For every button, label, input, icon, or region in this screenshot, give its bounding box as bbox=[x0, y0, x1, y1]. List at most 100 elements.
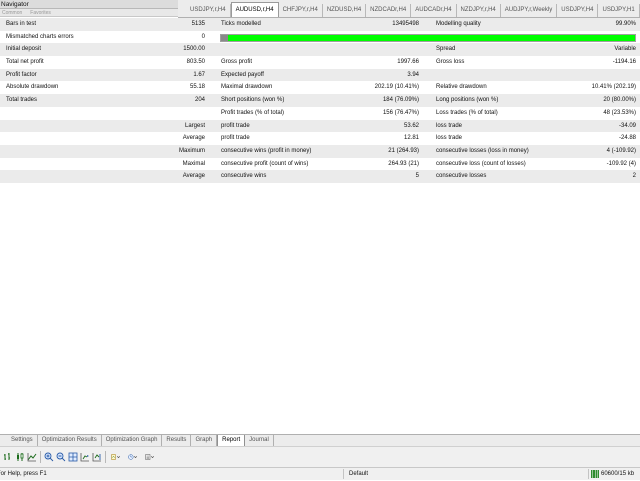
report-label: Gross profit bbox=[221, 59, 253, 66]
report-label: Bars in test bbox=[6, 21, 37, 27]
status-bar: For Help, press F1 Default 60600/15 kb bbox=[0, 467, 640, 480]
report-row: Maximum consecutive wins (profit in money… bbox=[0, 144, 640, 158]
report-row: Initial deposit 1500.00 Spread Variable bbox=[0, 43, 640, 57]
report-label: profit trade bbox=[221, 122, 250, 129]
report-label: Loss trades (% of total) bbox=[436, 109, 498, 116]
tester-tab[interactable]: Journal bbox=[245, 435, 274, 446]
chart-tab[interactable]: NZDCADr,H4 bbox=[366, 4, 412, 17]
tester-tab[interactable]: Graph bbox=[191, 435, 218, 446]
report-label: Long positions (won %) bbox=[436, 97, 499, 104]
chart-tab[interactable]: USDJPY,H4 bbox=[557, 4, 599, 17]
report-row: Total trades 204 Short positions (won %) 18… bbox=[0, 94, 640, 107]
chart-shift-icon[interactable] bbox=[91, 452, 102, 463]
report-label: Profit factor bbox=[6, 71, 37, 78]
report-row: Average consecutive wins 5 consecutive loss… bbox=[0, 170, 640, 183]
report-row: Largest profit trade 53.62 loss trade -34.09 bbox=[0, 119, 640, 133]
report-label: consecutive loss (count of losses) bbox=[436, 160, 526, 167]
report-label: consecutive wins bbox=[221, 173, 267, 180]
report-label: Total trades bbox=[6, 97, 38, 104]
report-value: 1.67 bbox=[193, 71, 205, 78]
report-value: Average bbox=[182, 135, 205, 142]
tester-tab[interactable]: Settings bbox=[7, 435, 38, 446]
report-row: Total net profit 803.50 Gross profit 1997.6… bbox=[0, 56, 640, 69]
report-value: 48 (23.53%) bbox=[603, 109, 636, 116]
chart-tab[interactable]: AUDUSD,r,H4 bbox=[230, 2, 279, 17]
chart-window-tabs: USDJPY,r,H4 AUDUSD,r,H4 CHFJPY,r,H4 NZDUSD,… bbox=[178, 0, 640, 18]
chart-tab[interactable]: AUDJPY,r,Weekly bbox=[501, 4, 558, 17]
chart-tab[interactable]: USDJPY,H1 bbox=[598, 4, 640, 17]
report-row: Profit factor 1.67 Expected payoff 3.94 bbox=[0, 68, 640, 82]
connection-icon bbox=[591, 470, 599, 478]
report-value: Maximum bbox=[178, 147, 205, 154]
report-value: Maximal bbox=[182, 160, 205, 167]
report-value: 20 (80.00%) bbox=[603, 97, 636, 104]
report-label: Ticks modelled bbox=[221, 21, 261, 27]
report-label: Expected payoff bbox=[221, 71, 264, 78]
report-value: 13495498 bbox=[392, 21, 419, 27]
report-row: Maximal consecutive profit (count of wins… bbox=[0, 158, 640, 171]
report-label: Initial deposit bbox=[6, 46, 42, 53]
strategy-tester-report: Bars in test 5135 Ticks modelled 13495498 Mo… bbox=[0, 18, 640, 183]
report-value: 53.62 bbox=[403, 122, 419, 129]
report-value: 3.94 bbox=[407, 71, 419, 78]
report-value: 264.93 (21) bbox=[388, 160, 419, 167]
status-help-text: For Help, press F1 bbox=[0, 471, 47, 477]
modelling-quality-fill bbox=[228, 34, 635, 41]
report-value: 1500.00 bbox=[183, 46, 205, 53]
indicators-icon[interactable] bbox=[108, 452, 124, 463]
chart-tab[interactable]: NZDJPY,r,H4 bbox=[457, 4, 501, 17]
report-value: 204 bbox=[194, 97, 205, 104]
periods-icon[interactable] bbox=[125, 452, 141, 463]
zoom-in-icon[interactable] bbox=[43, 452, 54, 463]
report-value: 12.81 bbox=[403, 135, 419, 142]
report-label: profit trade bbox=[221, 135, 250, 142]
chart-tab[interactable]: CHFJPY,r,H4 bbox=[279, 4, 323, 17]
tester-tab[interactable]: Optimization Graph bbox=[102, 435, 163, 446]
autoscroll-icon[interactable] bbox=[79, 452, 90, 463]
report-label: Profit trades (% of total) bbox=[221, 109, 285, 116]
report-row: Absolute drawdown 55.18 Maximal drawdown 20… bbox=[0, 81, 640, 94]
tester-tab[interactable]: Optimization Results bbox=[38, 435, 102, 446]
chart-tab[interactable]: AUDCADr,H4 bbox=[411, 4, 457, 17]
candlestick-icon[interactable] bbox=[14, 452, 25, 463]
report-value: 21 (264.93) bbox=[388, 147, 419, 154]
report-value: -34.09 bbox=[618, 122, 636, 129]
navigator-tabs: Common Favorites bbox=[0, 9, 178, 17]
report-row: Bars in test 5135 Ticks modelled 13495498 Mo… bbox=[0, 18, 640, 31]
report-label: Short positions (won %) bbox=[221, 97, 285, 104]
tester-tab[interactable]: Results bbox=[162, 435, 192, 446]
report-value: Average bbox=[182, 173, 205, 180]
zoom-out-icon[interactable] bbox=[55, 452, 66, 463]
navigator-tab-favorites[interactable]: Favorites bbox=[30, 10, 51, 16]
navigator-tab-common[interactable]: Common bbox=[2, 10, 22, 16]
report-label: Total net profit bbox=[6, 59, 44, 66]
report-value: 99.90% bbox=[615, 21, 636, 27]
report-label: Mismatched charts errors bbox=[6, 33, 74, 40]
report-value: 10.41% (202.19) bbox=[591, 84, 636, 91]
report-value: Variable bbox=[614, 46, 636, 53]
report-value: 5 bbox=[415, 173, 419, 180]
templates-icon[interactable] bbox=[142, 452, 158, 463]
report-row: Mismatched charts errors 0 bbox=[0, 31, 640, 44]
bar-chart-icon[interactable] bbox=[2, 452, 13, 463]
report-value: 803.50 bbox=[186, 59, 205, 66]
report-label: consecutive losses bbox=[436, 173, 487, 180]
line-chart-icon[interactable] bbox=[26, 452, 37, 463]
report-label: Maximal drawdown bbox=[221, 84, 273, 91]
report-label: Relative drawdown bbox=[436, 84, 487, 91]
report-label: consecutive losses (loss in money) bbox=[436, 147, 529, 154]
tile-windows-icon[interactable] bbox=[67, 452, 78, 463]
report-value: 2 bbox=[632, 173, 636, 180]
report-value: -109.92 (4) bbox=[606, 160, 636, 167]
report-value: -24.88 bbox=[618, 135, 636, 142]
tester-tabs: Settings Optimization Results Optimization… bbox=[0, 434, 640, 447]
chart-tab[interactable]: USDJPY,r,H4 bbox=[186, 4, 231, 17]
chart-tab[interactable]: NZDUSD,H4 bbox=[323, 4, 367, 17]
report-value: Largest bbox=[184, 122, 205, 129]
report-row: Profit trades (% of total) 156 (76.47%) Lo… bbox=[0, 107, 640, 120]
report-value: 0 bbox=[201, 33, 205, 40]
report-label: loss trade bbox=[436, 122, 463, 129]
report-row: Average profit trade 12.81 loss trade -24.88 bbox=[0, 132, 640, 145]
report-value: 156 (76.47%) bbox=[382, 109, 419, 116]
report-value: -1194.16 bbox=[612, 59, 636, 66]
